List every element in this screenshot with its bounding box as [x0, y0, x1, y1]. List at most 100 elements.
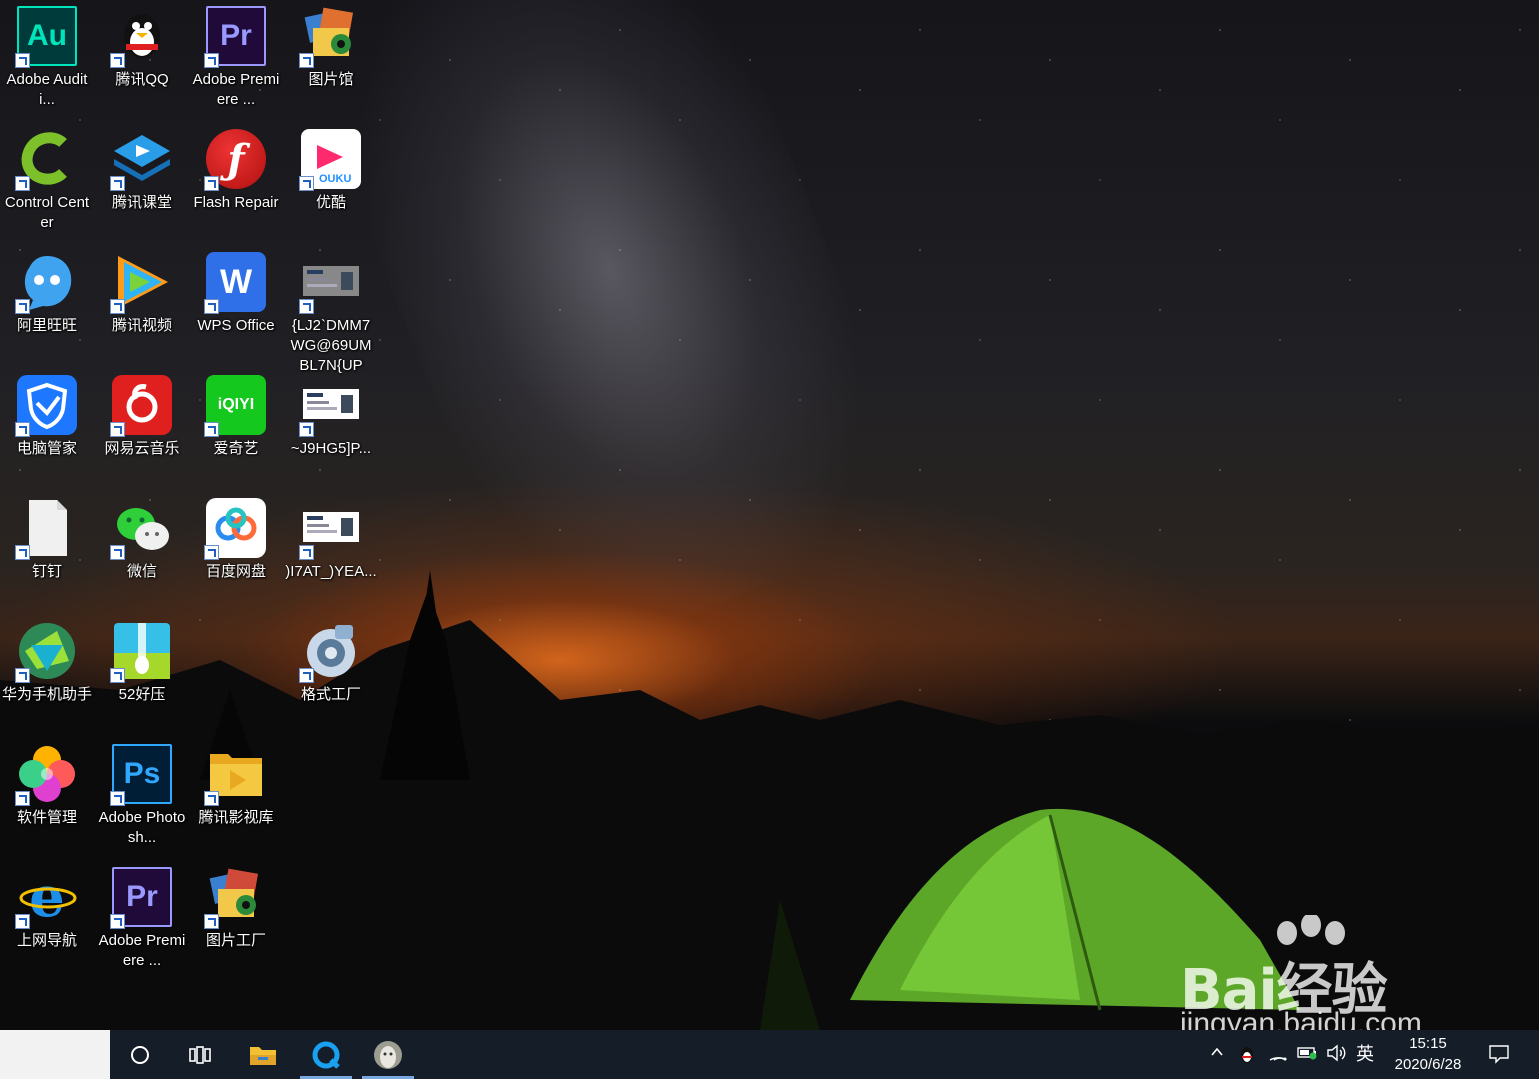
adobe-premiere-icon: Pr — [110, 867, 172, 929]
baidu-netdisk-icon — [204, 498, 266, 560]
format-factory-icon — [299, 621, 361, 683]
shortcut-arrow-icon — [15, 422, 30, 437]
tencent-classroom-icon — [110, 129, 172, 191]
shortcut-arrow-icon — [15, 176, 30, 191]
desktop-icon-label: 格式工厂 — [300, 686, 361, 703]
control-center-icon — [15, 129, 77, 191]
shortcut-arrow-icon — [204, 176, 219, 191]
blank-document-icon — [15, 498, 77, 560]
desktop-icon[interactable]: Pr Adobe Premiere ... — [190, 0, 282, 110]
desktop-icon[interactable]: 腾讯课堂 — [96, 123, 188, 213]
browser-button[interactable] — [300, 1030, 352, 1079]
desktop-icon[interactable]: )I7AT_)YEA... — [285, 492, 377, 582]
image-file-icon — [299, 498, 361, 560]
desktop-icon[interactable]: 网易云音乐 — [96, 369, 188, 459]
taskbar-search-box[interactable] — [0, 1030, 110, 1079]
desktop-icon-label: 腾讯课堂 — [111, 194, 172, 211]
desktop-icon[interactable]: {LJ2`DMM7 WG@69UM BL7N{UP — [285, 246, 377, 376]
desktop-icon[interactable]: 图片工厂 — [190, 861, 282, 951]
system-clock[interactable]: 15:15 2020/6/28 — [1386, 1033, 1470, 1075]
desktop-icon-label: 钉钉 — [31, 563, 62, 580]
desktop-icon-label: 网易云音乐 — [104, 440, 180, 457]
desktop-icon[interactable]: 百度网盘 — [190, 492, 282, 582]
desktop-icon[interactable]: W WPS Office — [190, 246, 282, 336]
desktop-icon[interactable]: 52好压 — [96, 615, 188, 705]
desktop-icon[interactable]: 电脑管家 — [1, 369, 93, 459]
wechat-icon — [110, 498, 172, 560]
desktop-icon-label: 爱奇艺 — [213, 440, 259, 457]
software-manager-icon — [15, 744, 77, 806]
shortcut-arrow-icon — [299, 53, 314, 68]
adobe-audition-icon: Au — [15, 6, 77, 68]
wifi-icon[interactable] — [1268, 1044, 1288, 1064]
input-method-indicator[interactable]: 英 — [1355, 1044, 1375, 1064]
shortcut-arrow-icon — [110, 422, 125, 437]
desktop-icon[interactable]: 腾讯影视库 — [190, 738, 282, 828]
desktop-icon-label: 上网导航 — [16, 932, 77, 949]
desktop-icon[interactable]: 微信 — [96, 492, 188, 582]
shortcut-arrow-icon — [299, 422, 314, 437]
desktop-icon-label: 52好压 — [118, 686, 166, 703]
desktop-icon[interactable]: OUKU 优酷 — [285, 123, 377, 213]
desktop-icon[interactable]: Ps Adobe Photosh... — [96, 738, 188, 848]
desktop-icon-label: 微信 — [126, 563, 157, 580]
desktop-icon[interactable]: 腾讯视频 — [96, 246, 188, 336]
desktop-icon-label: Control Center — [4, 194, 90, 231]
desktop-icon[interactable]: iQIYI 爱奇艺 — [190, 369, 282, 459]
action-center-notification-icon[interactable] — [1488, 1044, 1509, 1064]
clock-date: 2020/6/28 — [1394, 1056, 1462, 1073]
desktop-icon[interactable]: Control Center — [1, 123, 93, 233]
zip-archive-icon — [110, 621, 172, 683]
taskbar: 英 15:15 2020/6/28 — [0, 1030, 1539, 1079]
shortcut-arrow-icon — [15, 545, 30, 560]
desktop-icon[interactable]: 软件管理 — [1, 738, 93, 828]
desktop-icon[interactable]: ~J9HG5]P... — [285, 369, 377, 459]
shortcut-arrow-icon — [299, 668, 314, 683]
wps-office-icon: W — [204, 252, 266, 314]
youku-icon: OUKU — [299, 129, 361, 191]
shortcut-arrow-icon — [110, 176, 125, 191]
task-view-button[interactable] — [174, 1030, 226, 1079]
user-avatar-icon — [374, 1040, 402, 1069]
desktop-icon[interactable]: 钉钉 — [1, 492, 93, 582]
desktop-icon[interactable]: Pr Adobe Premiere ... — [96, 861, 188, 971]
desktop-icon[interactable]: Au Adobe Auditi... — [1, 0, 93, 110]
adobe-premiere-icon: Pr — [204, 6, 266, 68]
shortcut-arrow-icon — [204, 53, 219, 68]
desktop-icon-label: 百度网盘 — [205, 563, 266, 580]
huawei-hisuite-icon — [15, 621, 77, 683]
battery-icon[interactable] — [1297, 1044, 1317, 1064]
media-player-button[interactable] — [362, 1030, 414, 1079]
qq-tray-icon[interactable] — [1237, 1044, 1257, 1064]
browser-icon — [312, 1041, 340, 1069]
picture-gallery-icon — [299, 6, 361, 68]
flash-icon: ƒ — [204, 129, 266, 191]
desktop-icon[interactable]: 腾讯QQ — [96, 0, 188, 90]
desktop-icon[interactable]: 图片馆 — [285, 0, 377, 90]
desktop-icon[interactable]: e 上网导航 — [1, 861, 93, 951]
desktop-icon[interactable]: ƒ Flash Repair — [190, 123, 282, 213]
shortcut-arrow-icon — [204, 299, 219, 314]
desktop-icon-label: {LJ2`DMM7 WG@69UM BL7N{UP — [290, 317, 372, 374]
internet-explorer-icon: e — [15, 864, 77, 930]
file-explorer-button[interactable] — [237, 1030, 289, 1079]
shortcut-arrow-icon — [204, 791, 219, 806]
shortcut-arrow-icon — [110, 914, 125, 929]
image-file-icon — [299, 252, 361, 314]
desktop-icon-label: 软件管理 — [16, 809, 77, 826]
pc-manager-shield-icon — [15, 375, 77, 437]
cortana-button[interactable] — [114, 1030, 166, 1079]
desktop-icon[interactable]: 格式工厂 — [285, 615, 377, 705]
desktop-icon-label: 腾讯视频 — [111, 317, 172, 334]
desktop-icon[interactable]: 华为手机助手 — [1, 615, 93, 705]
shortcut-arrow-icon — [204, 914, 219, 929]
desktop-icon[interactable]: 阿里旺旺 — [1, 246, 93, 336]
shortcut-arrow-icon — [110, 545, 125, 560]
show-hidden-icons-chevron-icon[interactable] — [1207, 1044, 1227, 1064]
shortcut-arrow-icon — [110, 299, 125, 314]
netease-music-icon — [110, 375, 172, 437]
desktop-icon-label: 图片工厂 — [205, 932, 266, 949]
shortcut-arrow-icon — [15, 668, 30, 683]
desktop-icon-label: 腾讯影视库 — [198, 809, 274, 826]
volume-icon[interactable] — [1326, 1044, 1346, 1064]
